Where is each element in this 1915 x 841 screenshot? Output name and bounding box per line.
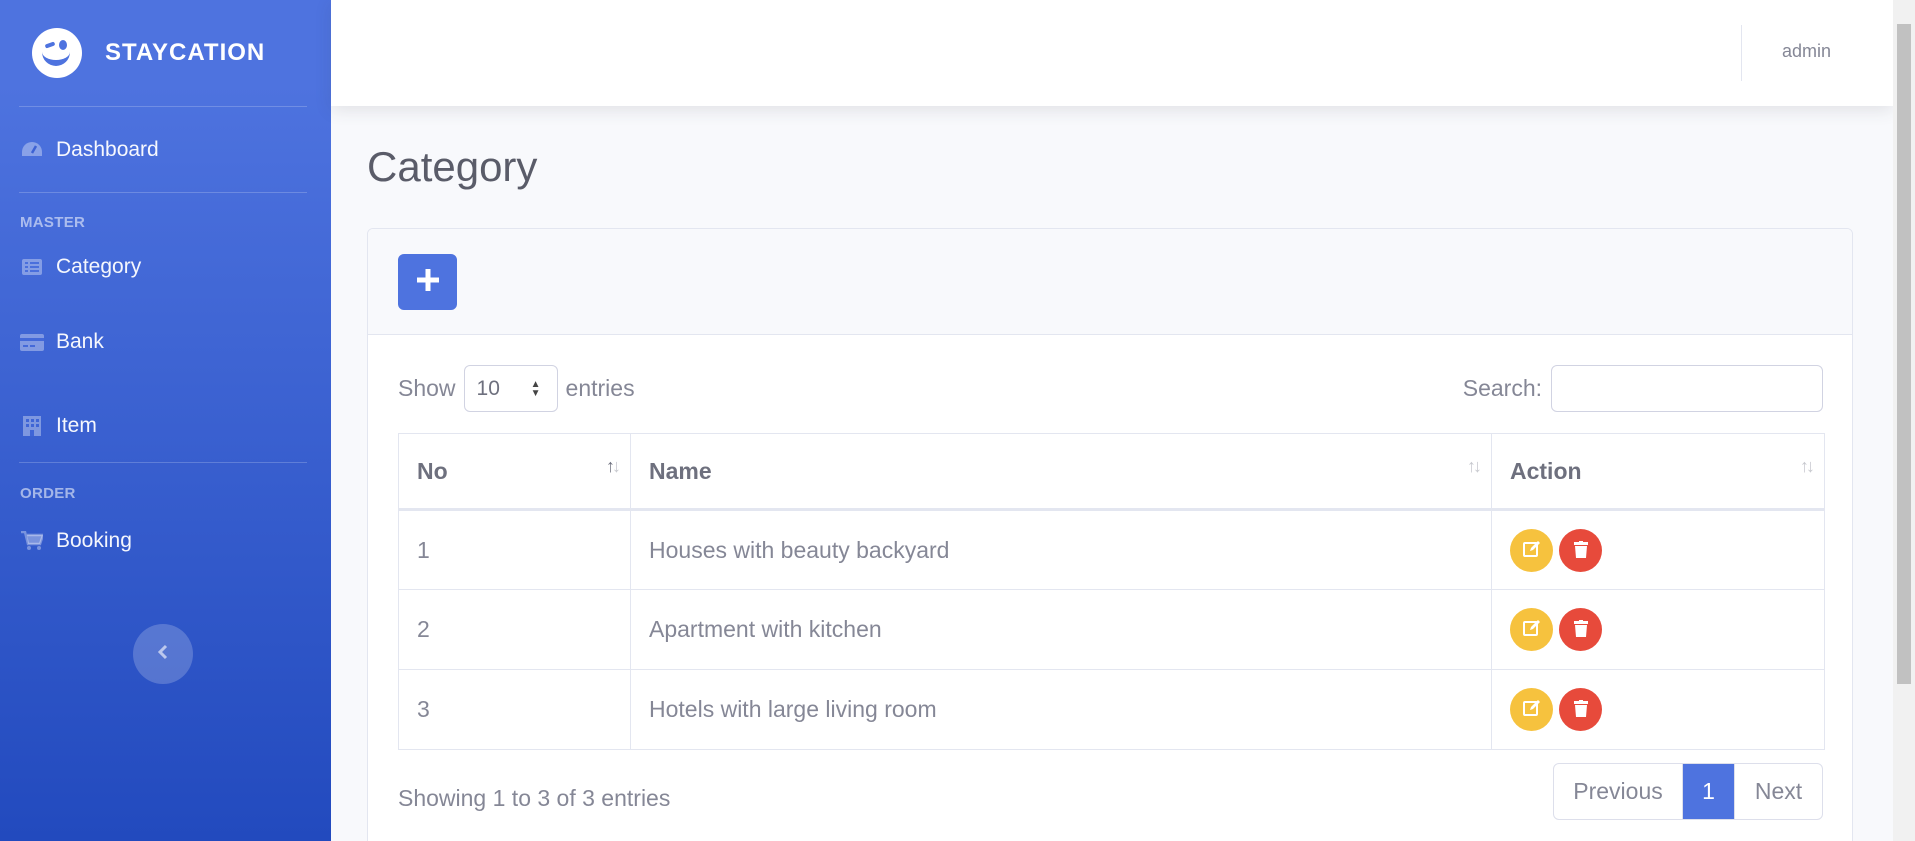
sidebar-divider [19,462,307,463]
entries-length-control: Show 10 ▲ ▼ entries [398,365,635,412]
sort-asc-icon: ↑↓ [606,456,621,476]
trash-icon [1573,537,1588,564]
next-page-button[interactable]: Next [1734,764,1822,819]
building-icon [20,416,44,436]
edit-icon [1522,537,1541,564]
pagination: Previous 1 Next [1553,763,1823,820]
sidebar-item-booking[interactable]: Booking [0,505,331,577]
list-icon [20,257,44,277]
brand-name: STAYCATION [105,39,266,66]
sidebar-item-dashboard[interactable]: Dashboard [0,107,331,192]
cell-action [1491,589,1825,670]
topbar: admin [331,0,1893,106]
sidebar-item-bank[interactable]: Bank [0,300,331,384]
user-menu[interactable]: admin [1782,41,1831,62]
previous-page-button[interactable]: Previous [1554,764,1683,819]
entries-label: entries [565,375,635,401]
category-card: Show 10 ▲ ▼ entries Search: No ↑↓ Name ↑↓… [367,228,1853,841]
cell-action [1491,509,1825,590]
cell-action [1491,669,1825,750]
sidebar-item-item[interactable]: Item [0,384,331,468]
sort-icon: ↑↓ [1800,456,1815,476]
column-header-label: Name [649,457,712,484]
plus-icon [416,268,439,296]
entries-select-value: 10 [476,376,500,400]
edit-button[interactable] [1510,528,1553,572]
trash-icon [1573,696,1588,723]
page-title: Category [367,143,538,190]
column-header-no[interactable]: No ↑↓ [398,433,631,511]
sidebar-item-label: Category [56,255,142,278]
cell-no: 1 [398,509,631,590]
sidebar-item-label: Item [56,414,97,437]
sidebar-heading-order: ORDER [20,484,76,502]
category-table: No ↑↓ Name ↑↓ Action ↑↓ 1 Houses with be… [398,433,1825,750]
sidebar-item-label: Booking [56,529,132,552]
column-header-action[interactable]: Action ↑↓ [1491,433,1825,511]
sidebar-item-label: Bank [56,330,104,353]
topbar-divider [1741,25,1742,81]
shopping-cart-icon [20,531,44,551]
cell-name: Apartment with kitchen [630,589,1492,670]
table-row: 1 Houses with beauty backyard [398,509,1825,590]
search-control: Search: [1463,365,1823,412]
sidebar-item-label: Dashboard [56,137,159,161]
entries-select[interactable]: 10 ▲ ▼ [463,365,558,412]
chevron-left-icon [157,644,169,665]
trash-icon [1573,616,1588,643]
table-row: 3 Hotels with large living room [398,669,1825,750]
card-header [368,229,1852,335]
page-1-button[interactable]: 1 [1683,764,1734,819]
cell-no: 3 [398,669,631,750]
cell-name: Houses with beauty backyard [630,509,1492,590]
sidebar-divider [19,192,307,193]
edit-button[interactable] [1510,608,1553,651]
wink-logo-icon [32,28,82,78]
search-label: Search: [1462,375,1542,401]
table-info: Showing 1 to 3 of 3 entries [398,785,671,811]
sidebar: STAYCATION Dashboard MASTER Category Ban… [0,0,331,841]
scrollbar[interactable] [1893,0,1915,841]
delete-button[interactable] [1559,688,1602,731]
add-category-button[interactable] [398,254,457,310]
edit-button[interactable] [1510,688,1553,731]
cell-no: 2 [398,589,631,670]
show-label: Show [398,375,456,401]
tachometer-icon [20,140,44,160]
edit-icon [1522,696,1541,723]
cell-name: Hotels with large living room [630,669,1492,750]
sort-arrows-icon: ▲ ▼ [530,379,541,399]
sidebar-heading-master: MASTER [20,213,86,231]
credit-card-icon [20,332,44,352]
column-header-name[interactable]: Name ↑↓ [630,433,1492,511]
sort-icon: ↑↓ [1467,456,1482,476]
table-row: 2 Apartment with kitchen [398,589,1825,670]
search-input[interactable] [1551,365,1823,412]
sidebar-toggle-button[interactable] [133,624,193,684]
table-header-row: No ↑↓ Name ↑↓ Action ↑↓ [398,433,1825,511]
brand[interactable]: STAYCATION [0,0,331,106]
sidebar-item-category[interactable]: Category [0,234,331,300]
scrollbar-thumb[interactable] [1897,24,1911,684]
delete-button[interactable] [1559,608,1602,651]
delete-button[interactable] [1559,528,1602,572]
column-header-label: Action [1510,457,1582,484]
column-header-label: No [417,457,448,484]
edit-icon [1522,616,1541,643]
